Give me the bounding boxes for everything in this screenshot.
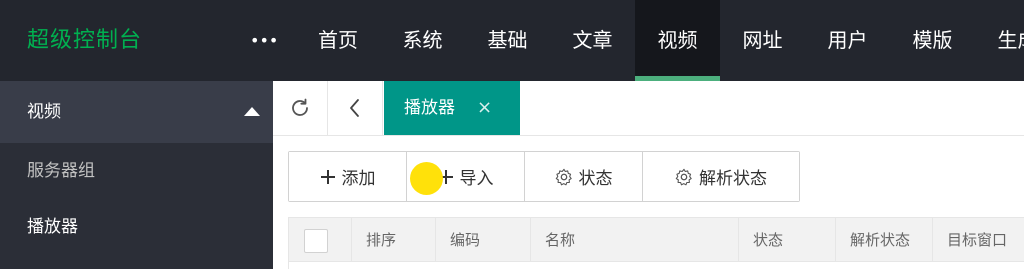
- th-sort[interactable]: 排序: [352, 218, 436, 262]
- plus-icon: [320, 169, 336, 185]
- table-header: 排序 编码 名称 状态 解析状态 目标窗口: [288, 217, 1024, 262]
- select-all-checkbox[interactable]: [304, 229, 328, 253]
- tab-player[interactable]: 播放器 ×: [384, 81, 520, 135]
- refresh-icon: [292, 98, 308, 116]
- sidebar-section-video[interactable]: 视频: [0, 81, 273, 143]
- nav-item-article[interactable]: 文章: [550, 0, 635, 81]
- nav-item-basic[interactable]: 基础: [465, 0, 550, 81]
- th-name[interactable]: 名称: [531, 218, 739, 262]
- gear-icon: [555, 168, 573, 186]
- add-button-label: 添加: [341, 169, 376, 189]
- sidebar-item-server-group[interactable]: 服务器组: [0, 143, 273, 199]
- th-parse-status[interactable]: 解析状态: [836, 218, 933, 262]
- tab-player-label: 播放器: [404, 98, 455, 118]
- gear-icon: [675, 168, 693, 186]
- back-button[interactable]: [328, 81, 383, 135]
- sidebar-item-player[interactable]: 播放器: [0, 199, 273, 255]
- th-target-window[interactable]: 目标窗口: [933, 218, 1024, 262]
- status-button-label: 状态: [578, 169, 613, 189]
- chevron-left-icon: [350, 99, 359, 117]
- status-button[interactable]: 状态: [525, 152, 643, 201]
- th-select-all: [289, 218, 352, 262]
- nav-item-url[interactable]: 网址: [720, 0, 805, 81]
- close-icon[interactable]: ×: [477, 81, 492, 135]
- toolbar-button-group: 添加 导入 状态 解析状态: [288, 151, 800, 202]
- main-content: 添加 导入 状态 解析状态 排序 编码 名称 状态 解析状态 目标窗口: [273, 136, 1024, 269]
- app-logo: 超级控制台: [27, 28, 143, 53]
- nav-item-system[interactable]: 系统: [380, 0, 465, 81]
- mouse-cursor-indicator: [410, 162, 443, 195]
- caret-up-icon: [244, 107, 260, 116]
- th-status[interactable]: 状态: [739, 218, 836, 262]
- sidebar: 视频 服务器组 播放器: [0, 81, 273, 269]
- table-row: [288, 262, 1024, 269]
- more-dots-icon: •••: [250, 31, 279, 50]
- nav-item-user[interactable]: 用户: [805, 0, 890, 81]
- nav-item-template[interactable]: 模版: [890, 0, 975, 81]
- parse-status-button-label: 解析状态: [699, 169, 767, 189]
- admin-console: 超级控制台 ••• 首页 系统 基础 文章 视频 网址 用户 模版 生成 视频 …: [0, 0, 1024, 269]
- tab-bar: 播放器 ×: [273, 81, 1024, 136]
- add-button[interactable]: 添加: [289, 152, 407, 201]
- nav-item-video[interactable]: 视频: [635, 0, 720, 81]
- import-button-label: 导入: [459, 169, 494, 189]
- refresh-button[interactable]: [273, 81, 328, 135]
- top-header: 超级控制台 ••• 首页 系统 基础 文章 视频 网址 用户 模版 生成: [0, 0, 1024, 81]
- nav-item-generate[interactable]: 生成: [975, 0, 1024, 81]
- sidebar-section-title: 视频: [27, 102, 61, 122]
- nav-item-home[interactable]: 首页: [296, 0, 380, 81]
- more-menu-button[interactable]: •••: [250, 22, 278, 60]
- th-code[interactable]: 编码: [436, 218, 531, 262]
- parse-status-button[interactable]: 解析状态: [643, 152, 799, 201]
